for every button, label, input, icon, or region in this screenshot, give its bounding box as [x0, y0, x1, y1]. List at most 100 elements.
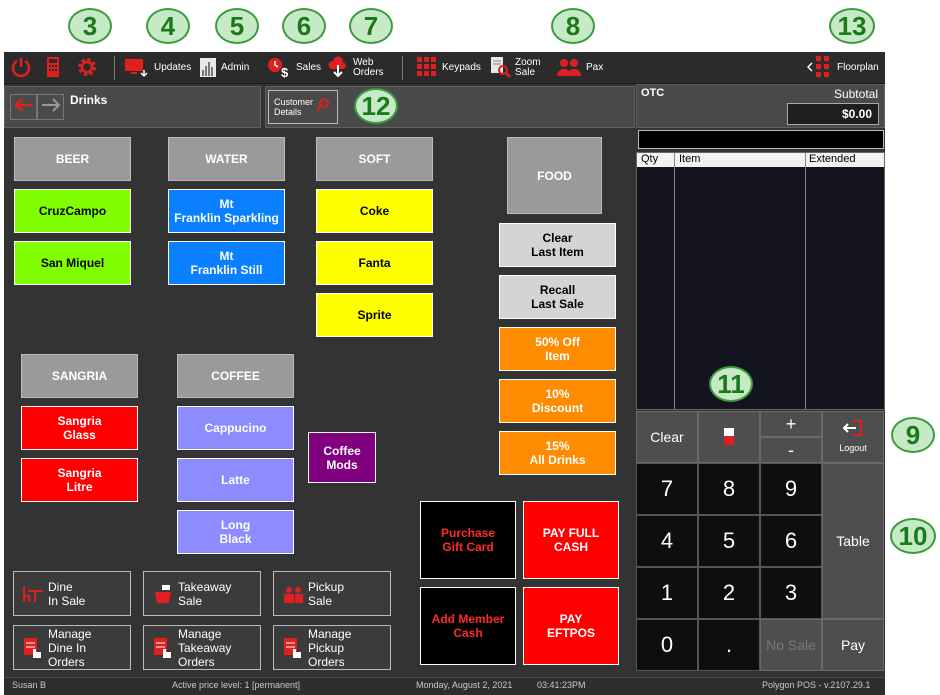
customer-details-button[interactable]: Customer Details — [268, 90, 338, 124]
category-food[interactable]: FOOD — [507, 137, 602, 214]
key-0[interactable]: 0 — [636, 619, 698, 671]
manage-pickup-orders-button[interactable]: Manage Pickup Orders — [273, 625, 391, 670]
key-2[interactable]: 2 — [698, 567, 760, 619]
recall-last-sale-button[interactable]: Recall Last Sale — [499, 275, 616, 319]
settings-button[interactable] — [76, 56, 98, 80]
power-button[interactable] — [10, 56, 32, 80]
pax-button[interactable]: Pax — [556, 56, 603, 80]
key-9[interactable]: 9 — [760, 463, 822, 515]
pay-full-cash-button[interactable]: PAY FULL CASH — [523, 501, 619, 579]
discount-10-button[interactable]: 10% Discount — [499, 379, 616, 423]
discount-50-item-button[interactable]: 50% Off Item — [499, 327, 616, 371]
subtotal-label: Subtotal — [833, 87, 878, 101]
keypads-label: Keypads — [442, 62, 481, 73]
key-7[interactable]: 7 — [636, 463, 698, 515]
admin-button[interactable]: Admin — [199, 56, 249, 80]
orders-hand-icon — [278, 637, 308, 659]
customer-details-label: Customer Details — [274, 97, 314, 117]
clock-dollar-icon: $ — [266, 56, 292, 81]
back-arrow-button[interactable] — [10, 94, 37, 120]
coffee-mods-button[interactable]: Coffee Mods — [308, 432, 376, 483]
item-cappucino[interactable]: Cappucino — [177, 406, 294, 450]
sales-label: Sales — [296, 62, 322, 73]
add-member-cash-button[interactable]: Add Member Cash — [420, 587, 516, 665]
item-mt-franklin-sparkling[interactable]: Mt Franklin Sparkling — [168, 189, 285, 233]
key-decimal[interactable]: . — [698, 619, 760, 671]
floorplan-icon — [806, 55, 833, 82]
callout-12: 12 — [354, 88, 398, 124]
item-latte[interactable]: Latte — [177, 458, 294, 502]
minus-button[interactable]: - — [760, 437, 822, 463]
status-time: 03:41:23PM — [537, 680, 586, 690]
item-cruzcampo[interactable]: CruzCampo — [14, 189, 131, 233]
key-1[interactable]: 1 — [636, 567, 698, 619]
dine-in-sale-button[interactable]: Dine In Sale — [13, 571, 131, 616]
item-coke[interactable]: Coke — [316, 189, 433, 233]
column-divider — [674, 153, 675, 409]
calculator-button[interactable] — [46, 56, 60, 80]
clear-button[interactable]: Clear — [636, 411, 698, 463]
manage-takeaway-orders-button[interactable]: Manage Takeaway Orders — [143, 625, 261, 670]
item-sangria-litre[interactable]: Sangria Litre — [21, 458, 138, 502]
pickup-sale-button[interactable]: Pickup Sale — [273, 571, 391, 616]
callout-4: 4 — [146, 8, 190, 44]
logout-button[interactable]: Logout — [822, 411, 884, 463]
zoom-sale-button[interactable]: Zoom Sale — [489, 56, 541, 80]
floorplan-button[interactable]: Floorplan — [806, 55, 879, 82]
order-list[interactable]: Qty Item Extended — [636, 152, 885, 410]
manage-dine-in-orders-label: Manage Dine In Orders — [48, 626, 92, 669]
category-nav: Drinks — [4, 86, 261, 128]
purchase-gift-card-button[interactable]: Purchase Gift Card — [420, 501, 516, 579]
no-sale-button[interactable]: No Sale — [760, 619, 822, 671]
category-water[interactable]: WATER — [168, 137, 285, 181]
discount-15-drinks-button[interactable]: 15% All Drinks — [499, 431, 616, 475]
key-6[interactable]: 6 — [760, 515, 822, 567]
updates-label: Updates — [154, 62, 192, 73]
key-8[interactable]: 8 — [698, 463, 760, 515]
eraser-button[interactable] — [698, 411, 760, 463]
column-divider — [805, 153, 806, 409]
sales-button[interactable]: $ Sales — [266, 56, 321, 80]
key-4[interactable]: 4 — [636, 515, 698, 567]
item-san-miquel[interactable]: San Miquel — [14, 241, 131, 285]
callout-9: 9 — [891, 417, 935, 453]
customer-bar: Customer Details — [265, 86, 635, 128]
category-coffee[interactable]: COFFEE — [177, 354, 294, 398]
key-5[interactable]: 5 — [698, 515, 760, 567]
takeaway-sale-button[interactable]: Takeaway Sale — [143, 571, 261, 616]
status-bar: Susan B Active price level: 1 [permanent… — [4, 677, 885, 695]
power-icon — [10, 56, 32, 81]
table-button[interactable]: Table — [822, 463, 884, 619]
item-sangria-glass[interactable]: Sangria Glass — [21, 406, 138, 450]
logout-label: Logout — [839, 443, 867, 453]
dine-in-sale-label: Dine In Sale — [48, 579, 86, 608]
item-fanta[interactable]: Fanta — [316, 241, 433, 285]
web-orders-button[interactable]: Web Orders — [327, 55, 384, 80]
item-long-black[interactable]: Long Black — [177, 510, 294, 554]
category-beer[interactable]: BEER — [14, 137, 131, 181]
callout-7: 7 — [349, 8, 393, 44]
bar-chart-icon — [199, 56, 217, 81]
category-sangria[interactable]: SANGRIA — [21, 354, 138, 398]
keypads-button[interactable]: Keypads — [416, 56, 481, 80]
item-mt-franklin-still[interactable]: Mt Franklin Still — [168, 241, 285, 285]
column-qty: Qty — [641, 153, 659, 165]
clear-last-item-button[interactable]: Clear Last Item — [499, 223, 616, 267]
pay-button[interactable]: Pay — [822, 619, 884, 671]
forward-arrow-button[interactable] — [37, 94, 64, 120]
callout-6: 6 — [282, 8, 326, 44]
category-soft[interactable]: SOFT — [316, 137, 433, 181]
updates-button[interactable]: Updates — [124, 56, 191, 80]
order-header: OTC Subtotal $0.00 — [636, 84, 885, 128]
callout-10: 10 — [890, 518, 936, 554]
plus-button[interactable]: + — [760, 411, 822, 437]
callout-5: 5 — [215, 8, 259, 44]
web-orders-label: Web Orders — [353, 57, 384, 78]
item-sprite[interactable]: Sprite — [316, 293, 433, 337]
key-3[interactable]: 3 — [760, 567, 822, 619]
column-item: Item — [679, 153, 701, 165]
callout-8: 8 — [551, 8, 595, 44]
pay-eftpos-button[interactable]: PAY EFTPOS — [523, 587, 619, 665]
barcode-input[interactable] — [638, 130, 884, 149]
manage-dine-in-orders-button[interactable]: Manage Dine In Orders — [13, 625, 131, 670]
